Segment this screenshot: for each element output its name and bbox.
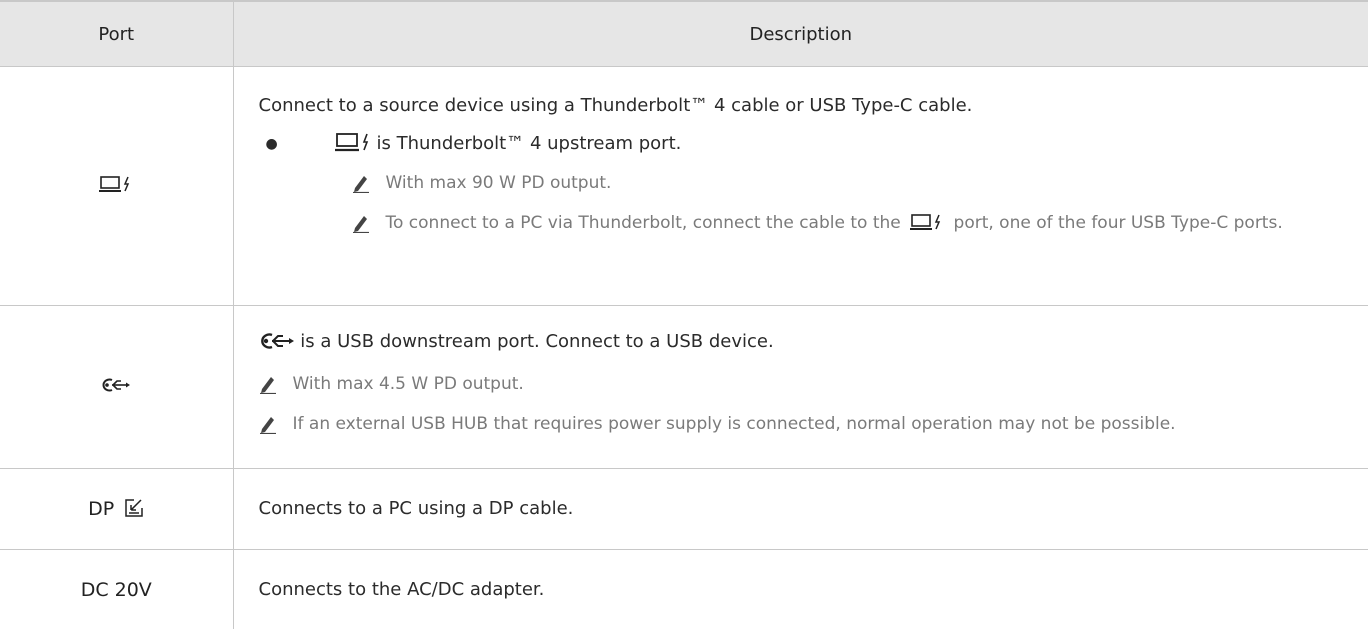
pencil-note-icon: [259, 408, 293, 440]
usb-icon: [260, 333, 294, 349]
dp-input-icon: [125, 499, 144, 517]
bullet-dot-icon: ●: [265, 136, 278, 152]
description-cell: is a USB downstream port. Connect to a U…: [233, 305, 1368, 469]
note-item: With max 4.5 W PD output.: [259, 368, 1349, 400]
pencil-note-icon: [352, 167, 386, 199]
table-row: DP Connects to a PC using a DP cable.: [0, 468, 1368, 550]
port-cell: [0, 66, 234, 306]
note-item: With max 90 W PD output.: [352, 167, 1349, 199]
port-label: DP: [88, 498, 115, 520]
note-item: If an external USB HUB that requires pow…: [259, 408, 1349, 440]
note-text-wrap: To connect to a PC via Thunderbolt, conn…: [386, 207, 1283, 242]
pencil-note-icon: [352, 207, 386, 239]
description-text: Connects to the AC/DC adapter.: [258, 578, 545, 600]
laptop-thunderbolt-icon: [910, 210, 944, 242]
port-cell: DC 20V: [0, 549, 234, 629]
description-column-header: Description: [233, 0, 1368, 67]
note-text: To connect to a PC via Thunderbolt, conn…: [385, 213, 901, 233]
laptop-thunderbolt-icon: [334, 132, 373, 159]
note-text: port, one of the four USB Type-C ports.: [953, 213, 1283, 233]
port-table: Port Description Connect to a source dev…: [0, 0, 1368, 629]
table-row: Connect to a source device using a Thund…: [0, 66, 1368, 306]
port-cell: DP: [0, 468, 234, 550]
description-text: Connects to a PC using a DP cable.: [258, 498, 574, 519]
note-text: If an external USB HUB that requires pow…: [292, 414, 1176, 434]
laptop-thunderbolt-icon: [99, 175, 130, 192]
note-item: To connect to a PC via Thunderbolt, conn…: [352, 207, 1349, 242]
description-cell: Connects to the AC/DC adapter.: [233, 550, 1368, 630]
description-text: Connect to a source device using a Thund…: [258, 95, 973, 116]
description-cell: Connects to a PC using a DP cable.: [233, 468, 1368, 550]
port-cell: [0, 305, 234, 469]
note-text: With max 90 W PD output.: [385, 173, 612, 193]
description-cell: Connect to a source device using a Thund…: [233, 66, 1368, 306]
pencil-note-icon: [259, 368, 293, 400]
description-text-body: is a USB downstream port. Connect to a U…: [300, 331, 774, 352]
bullet-text: is Thunderbolt™ 4 upstream port.: [376, 133, 682, 154]
description-text: is a USB downstream port. Connect to a U…: [259, 330, 1349, 354]
port-column-header: Port: [0, 0, 234, 67]
list-item: ● is Thunderbolt™ 4 upstream port.: [259, 132, 1349, 159]
port-label: DC 20V: [80, 578, 152, 601]
table-row: DC 20V Connects to the AC/DC adapter.: [0, 549, 1368, 630]
note-text: With max 4.5 W PD output.: [292, 374, 524, 394]
table-row: is a USB downstream port. Connect to a U…: [0, 305, 1368, 469]
usb-icon: [102, 378, 131, 392]
table-header-row: Port Description: [0, 0, 1368, 67]
